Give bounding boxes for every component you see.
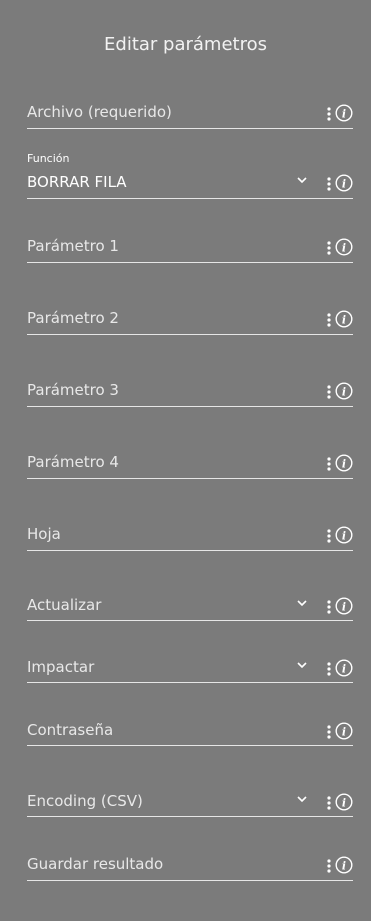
field-actualizar-underline xyxy=(27,620,353,621)
field-encoding-label: Encoding (CSV) xyxy=(27,792,143,810)
field-parametro-4-underline xyxy=(27,478,353,479)
more-vertical-icon[interactable] xyxy=(326,176,332,192)
svg-text:i: i xyxy=(342,178,346,191)
more-vertical-icon[interactable] xyxy=(326,599,332,615)
field-parametro-3-label: Parámetro 3 xyxy=(27,381,119,399)
field-funcion-value: BORRAR FILA xyxy=(27,173,127,191)
info-icon[interactable]: i xyxy=(335,104,353,122)
svg-text:i: i xyxy=(342,860,346,873)
more-vertical-icon[interactable] xyxy=(326,384,332,400)
info-icon[interactable]: i xyxy=(335,238,353,256)
svg-text:i: i xyxy=(342,458,346,471)
field-contrasena-underline xyxy=(27,745,353,746)
chevron-down-icon[interactable] xyxy=(295,792,309,806)
svg-text:i: i xyxy=(342,663,346,676)
more-vertical-icon[interactable] xyxy=(326,724,332,740)
field-encoding-underline xyxy=(27,816,353,817)
panel-title: Editar parámetros xyxy=(104,34,267,55)
field-hoja-underline xyxy=(27,550,353,551)
field-archivo-underline xyxy=(27,128,353,129)
more-vertical-icon[interactable] xyxy=(326,795,332,811)
svg-text:i: i xyxy=(342,386,346,399)
info-icon[interactable]: i xyxy=(335,526,353,544)
more-vertical-icon[interactable] xyxy=(326,456,332,472)
svg-text:i: i xyxy=(342,108,346,121)
field-guardar-resultado-label: Guardar resultado xyxy=(27,855,164,873)
info-icon[interactable]: i xyxy=(335,174,353,192)
field-actualizar-label: Actualizar xyxy=(27,596,102,614)
info-icon[interactable]: i xyxy=(335,793,353,811)
chevron-down-icon[interactable] xyxy=(295,173,309,187)
more-vertical-icon[interactable] xyxy=(326,240,332,256)
field-impactar-underline xyxy=(27,682,353,683)
field-funcion-caption: Función xyxy=(27,152,70,165)
more-vertical-icon[interactable] xyxy=(326,858,332,874)
chevron-down-icon[interactable] xyxy=(295,596,309,610)
svg-text:i: i xyxy=(342,242,346,255)
more-vertical-icon[interactable] xyxy=(326,106,332,122)
field-parametro-2-underline xyxy=(27,334,353,335)
field-parametro-3-underline xyxy=(27,406,353,407)
svg-text:i: i xyxy=(342,726,346,739)
field-hoja-label: Hoja xyxy=(27,525,61,543)
field-parametro-1-underline xyxy=(27,262,353,263)
chevron-down-icon[interactable] xyxy=(295,658,309,672)
info-icon[interactable]: i xyxy=(335,310,353,328)
field-guardar-resultado-underline xyxy=(27,880,353,881)
more-vertical-icon[interactable] xyxy=(326,661,332,677)
more-vertical-icon[interactable] xyxy=(326,528,332,544)
svg-text:i: i xyxy=(342,601,346,614)
field-archivo-label: Archivo (requerido) xyxy=(27,103,172,121)
field-funcion-underline xyxy=(27,198,353,199)
field-parametro-1-label: Parámetro 1 xyxy=(27,237,119,255)
info-icon[interactable]: i xyxy=(335,454,353,472)
svg-text:i: i xyxy=(342,530,346,543)
info-icon[interactable]: i xyxy=(335,597,353,615)
field-impactar-label: Impactar xyxy=(27,658,95,676)
field-contrasena-label: Contraseña xyxy=(27,721,114,739)
field-parametro-2-label: Parámetro 2 xyxy=(27,309,119,327)
info-icon[interactable]: i xyxy=(335,722,353,740)
info-icon[interactable]: i xyxy=(335,659,353,677)
info-icon[interactable]: i xyxy=(335,856,353,874)
svg-text:i: i xyxy=(342,314,346,327)
field-parametro-4-label: Parámetro 4 xyxy=(27,453,119,471)
more-vertical-icon[interactable] xyxy=(326,312,332,328)
svg-text:i: i xyxy=(342,797,346,810)
info-icon[interactable]: i xyxy=(335,382,353,400)
